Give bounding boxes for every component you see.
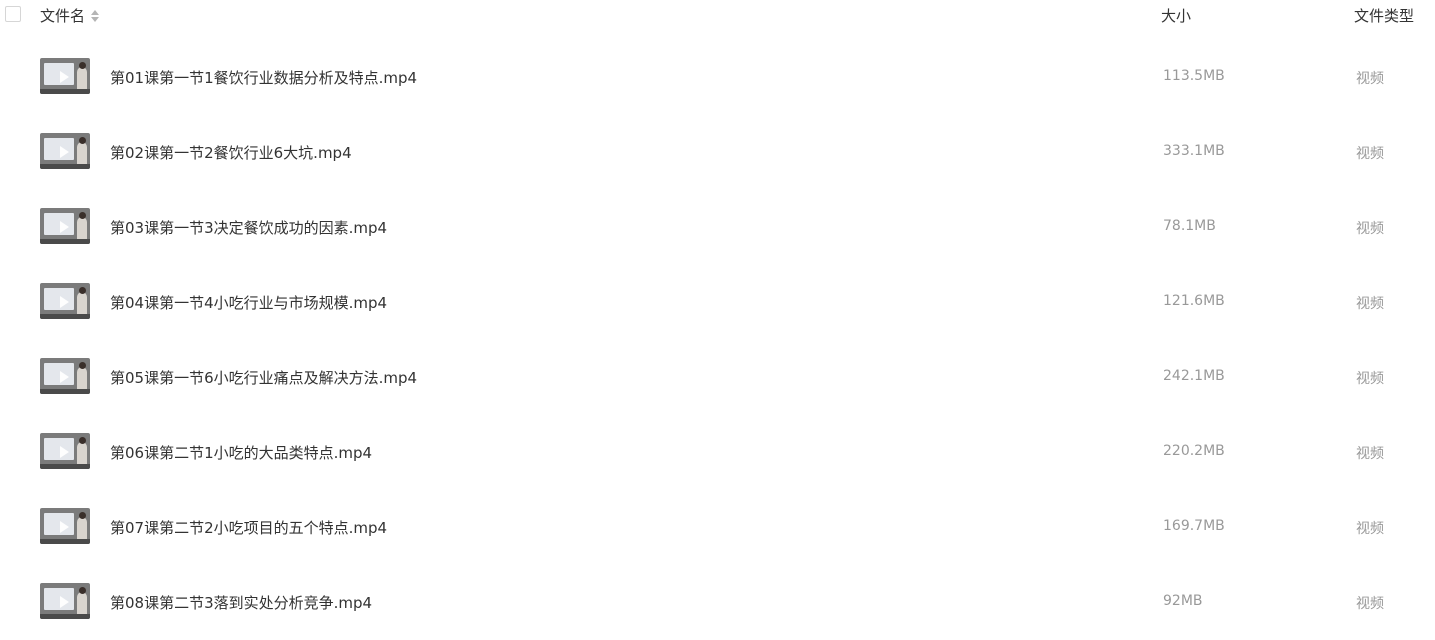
video-thumbnail-icon[interactable] [40, 508, 90, 544]
video-thumbnail-icon[interactable] [40, 358, 90, 394]
file-type: 视频 [1356, 71, 1384, 87]
play-icon [60, 221, 69, 233]
file-name[interactable]: 第02课第一节2餐饮行业6大坑.mp4 [110, 142, 352, 163]
file-row[interactable]: 第05课第一节6小吃行业痛点及解决方法.mp4 242.1MB 视频 [0, 339, 1435, 414]
file-name[interactable]: 第04课第一节4小吃行业与市场规模.mp4 [110, 292, 387, 313]
thumbnail-bar [40, 314, 90, 319]
file-type: 视频 [1356, 146, 1384, 162]
file-name[interactable]: 第06课第二节1小吃的大品类特点.mp4 [110, 442, 372, 463]
file-type: 视频 [1356, 296, 1384, 312]
thumbnail-screen [44, 213, 74, 235]
video-thumbnail-icon[interactable] [40, 283, 90, 319]
file-row[interactable]: 第04课第一节4小吃行业与市场规模.mp4 121.6MB 视频 [0, 264, 1435, 339]
column-header-size[interactable]: 大小 [1161, 5, 1191, 26]
file-row[interactable]: 第06课第二节1小吃的大品类特点.mp4 220.2MB 视频 [0, 414, 1435, 489]
file-list: 文件名 大小 文件类型 第01课第一节1餐饮行业数据分析及特点.mp4 113.5… [0, 0, 1435, 640]
thumbnail-screen [44, 438, 74, 460]
file-size: 121.6MB [1163, 293, 1225, 309]
file-size: 169.7MB [1163, 518, 1225, 534]
column-header-type[interactable]: 文件类型 [1354, 5, 1414, 26]
file-row[interactable]: 第03课第一节3决定餐饮成功的因素.mp4 78.1MB 视频 [0, 189, 1435, 264]
file-type: 视频 [1356, 446, 1384, 462]
thumbnail-screen [44, 138, 74, 160]
file-size: 113.5MB [1163, 68, 1225, 84]
thumbnail-presenter [77, 587, 87, 616]
thumbnail-screen [44, 63, 74, 85]
file-size: 242.1MB [1163, 368, 1225, 384]
file-name[interactable]: 第08课第二节3落到实处分析竞争.mp4 [110, 592, 372, 613]
file-rows: 第01课第一节1餐饮行业数据分析及特点.mp4 113.5MB 视频 第02课第一节2… [0, 39, 1435, 639]
thumbnail-screen [44, 513, 74, 535]
play-icon [60, 596, 69, 608]
column-header-name[interactable]: 文件名 [40, 5, 100, 26]
file-type: 视频 [1356, 371, 1384, 387]
file-size: 220.2MB [1163, 443, 1225, 459]
play-icon [60, 296, 69, 308]
column-header-name-label: 文件名 [40, 7, 86, 25]
file-size: 78.1MB [1163, 218, 1216, 234]
thumbnail-presenter [77, 362, 87, 391]
file-row[interactable]: 第01课第一节1餐饮行业数据分析及特点.mp4 113.5MB 视频 [0, 39, 1435, 114]
video-thumbnail-icon[interactable] [40, 208, 90, 244]
thumbnail-screen [44, 363, 74, 385]
thumbnail-presenter [77, 512, 87, 541]
thumbnail-bar [40, 464, 90, 469]
thumbnail-bar [40, 89, 90, 94]
thumbnail-bar [40, 164, 90, 169]
thumbnail-bar [40, 614, 90, 619]
video-thumbnail-icon[interactable] [40, 58, 90, 94]
video-thumbnail-icon[interactable] [40, 433, 90, 469]
play-icon [60, 146, 69, 158]
file-row[interactable]: 第07课第二节2小吃项目的五个特点.mp4 169.7MB 视频 [0, 489, 1435, 564]
thumbnail-presenter [77, 137, 87, 166]
thumbnail-presenter [77, 437, 87, 466]
video-thumbnail-icon[interactable] [40, 583, 90, 619]
file-size: 92MB [1163, 593, 1203, 609]
play-icon [60, 446, 69, 458]
play-icon [60, 521, 69, 533]
thumbnail-bar [40, 239, 90, 244]
thumbnail-bar [40, 539, 90, 544]
file-type: 视频 [1356, 596, 1384, 612]
file-name[interactable]: 第01课第一节1餐饮行业数据分析及特点.mp4 [110, 67, 417, 88]
file-name[interactable]: 第03课第一节3决定餐饮成功的因素.mp4 [110, 217, 387, 238]
thumbnail-presenter [77, 287, 87, 316]
file-name[interactable]: 第05课第一节6小吃行业痛点及解决方法.mp4 [110, 367, 417, 388]
thumbnail-screen [44, 588, 74, 610]
thumbnail-bar [40, 389, 90, 394]
play-icon [60, 71, 69, 83]
thumbnail-presenter [77, 62, 87, 91]
list-header: 文件名 大小 文件类型 [0, 0, 1435, 30]
select-all-checkbox[interactable] [5, 6, 21, 22]
file-row[interactable]: 第08课第二节3落到实处分析竞争.mp4 92MB 视频 [0, 564, 1435, 639]
video-thumbnail-icon[interactable] [40, 133, 90, 169]
file-type: 视频 [1356, 521, 1384, 537]
file-name[interactable]: 第07课第二节2小吃项目的五个特点.mp4 [110, 517, 387, 538]
play-icon [60, 371, 69, 383]
sort-icon[interactable] [90, 9, 100, 23]
file-type: 视频 [1356, 221, 1384, 237]
thumbnail-screen [44, 288, 74, 310]
thumbnail-presenter [77, 212, 87, 241]
file-size: 333.1MB [1163, 143, 1225, 159]
file-row[interactable]: 第02课第一节2餐饮行业6大坑.mp4 333.1MB 视频 [0, 114, 1435, 189]
